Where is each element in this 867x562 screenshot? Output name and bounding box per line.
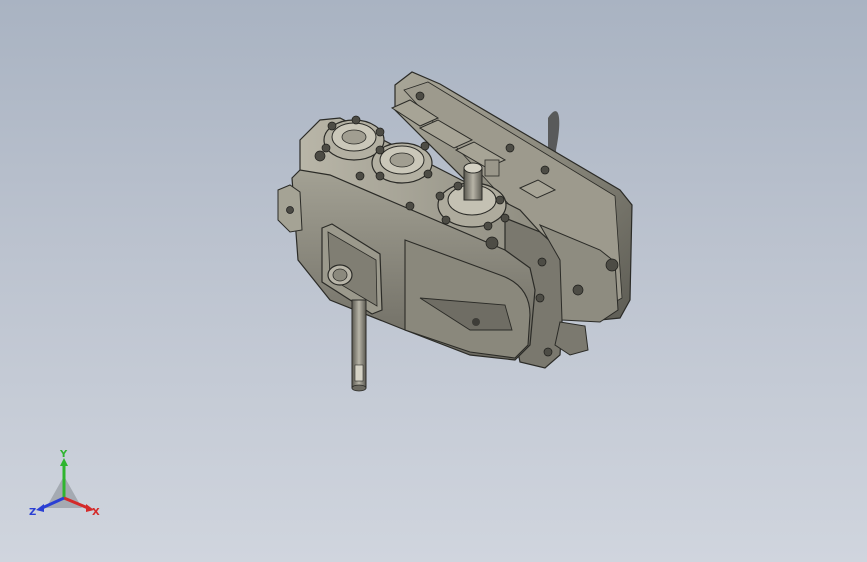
y-axis-label: Y bbox=[59, 449, 68, 460]
graphics-viewport[interactable]: Y X Z bbox=[0, 0, 867, 562]
x-axis-label: X bbox=[92, 507, 100, 518]
orientation-triad: Y X Z bbox=[29, 449, 100, 518]
z-axis-label: Z bbox=[29, 507, 36, 518]
gearbox-model[interactable] bbox=[0, 0, 867, 562]
